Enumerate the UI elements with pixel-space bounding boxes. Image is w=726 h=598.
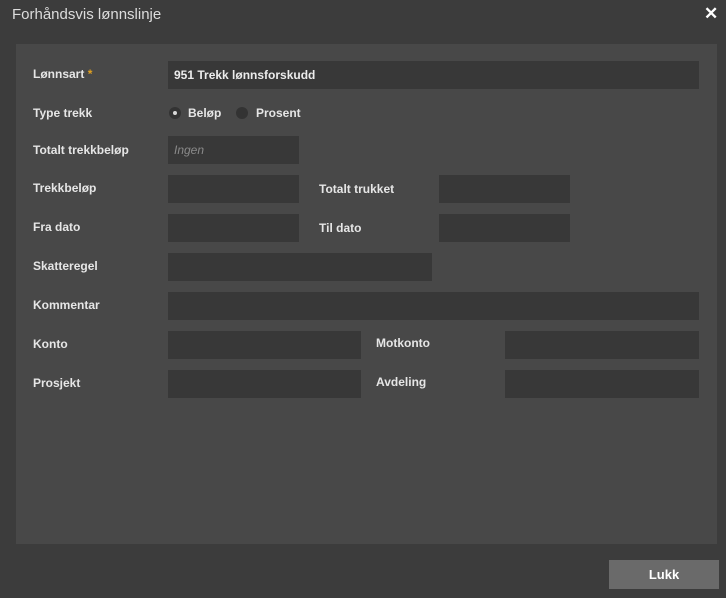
trekkbelop-field[interactable] — [168, 175, 299, 203]
totalt-trekkbelop-label: Totalt trekkbeløp — [33, 143, 129, 157]
skatteregel-field[interactable] — [168, 253, 432, 281]
fra-dato-label: Fra dato — [33, 220, 81, 234]
til-dato-label: Til dato — [319, 221, 362, 235]
trekkbelop-label: Trekkbeløp — [33, 181, 97, 195]
totalt-trekkbelop-field[interactable]: Ingen — [168, 136, 299, 164]
lonnsart-label-text: Lønnsart — [33, 67, 85, 81]
dialog-title: Forhåndsvis lønnslinje — [12, 6, 162, 23]
totalt-trekkbelop-placeholder: Ingen — [174, 143, 205, 157]
lonnsart-field[interactable]: 951 Trekk lønnsforskudd — [168, 61, 699, 89]
fra-dato-field[interactable] — [168, 214, 299, 242]
lonnsart-label: Lønnsart * — [33, 67, 92, 81]
skatteregel-label: Skatteregel — [33, 259, 98, 273]
close-icon[interactable]: ✕ — [704, 4, 718, 24]
motkonto-label: Motkonto — [376, 336, 430, 350]
konto-label: Konto — [33, 337, 68, 351]
required-mark: * — [87, 67, 93, 81]
lukk-button[interactable]: Lukk — [609, 560, 719, 589]
totalt-trukket-field[interactable] — [439, 175, 570, 203]
avdeling-label: Avdeling — [376, 375, 427, 389]
prosjekt-label: Prosjekt — [33, 376, 81, 390]
avdeling-field[interactable] — [505, 370, 699, 398]
motkonto-field[interactable] — [505, 331, 699, 359]
totalt-trukket-label: Totalt trukket — [319, 182, 395, 196]
type-trekk-label: Type trekk — [33, 106, 93, 120]
prosent-radio[interactable] — [236, 107, 248, 119]
til-dato-field[interactable] — [439, 214, 570, 242]
konto-field[interactable] — [168, 331, 361, 359]
prosent-radio-label[interactable]: Prosent — [256, 106, 301, 120]
prosjekt-field[interactable] — [168, 370, 361, 398]
belop-radio[interactable] — [169, 107, 181, 119]
kommentar-field[interactable] — [168, 292, 699, 320]
kommentar-label: Kommentar — [33, 298, 100, 312]
belop-radio-label[interactable]: Beløp — [188, 106, 221, 120]
preview-payline-dialog: Forhåndsvis lønnslinje ✕ Lønnsart * 951 … — [0, 0, 726, 598]
